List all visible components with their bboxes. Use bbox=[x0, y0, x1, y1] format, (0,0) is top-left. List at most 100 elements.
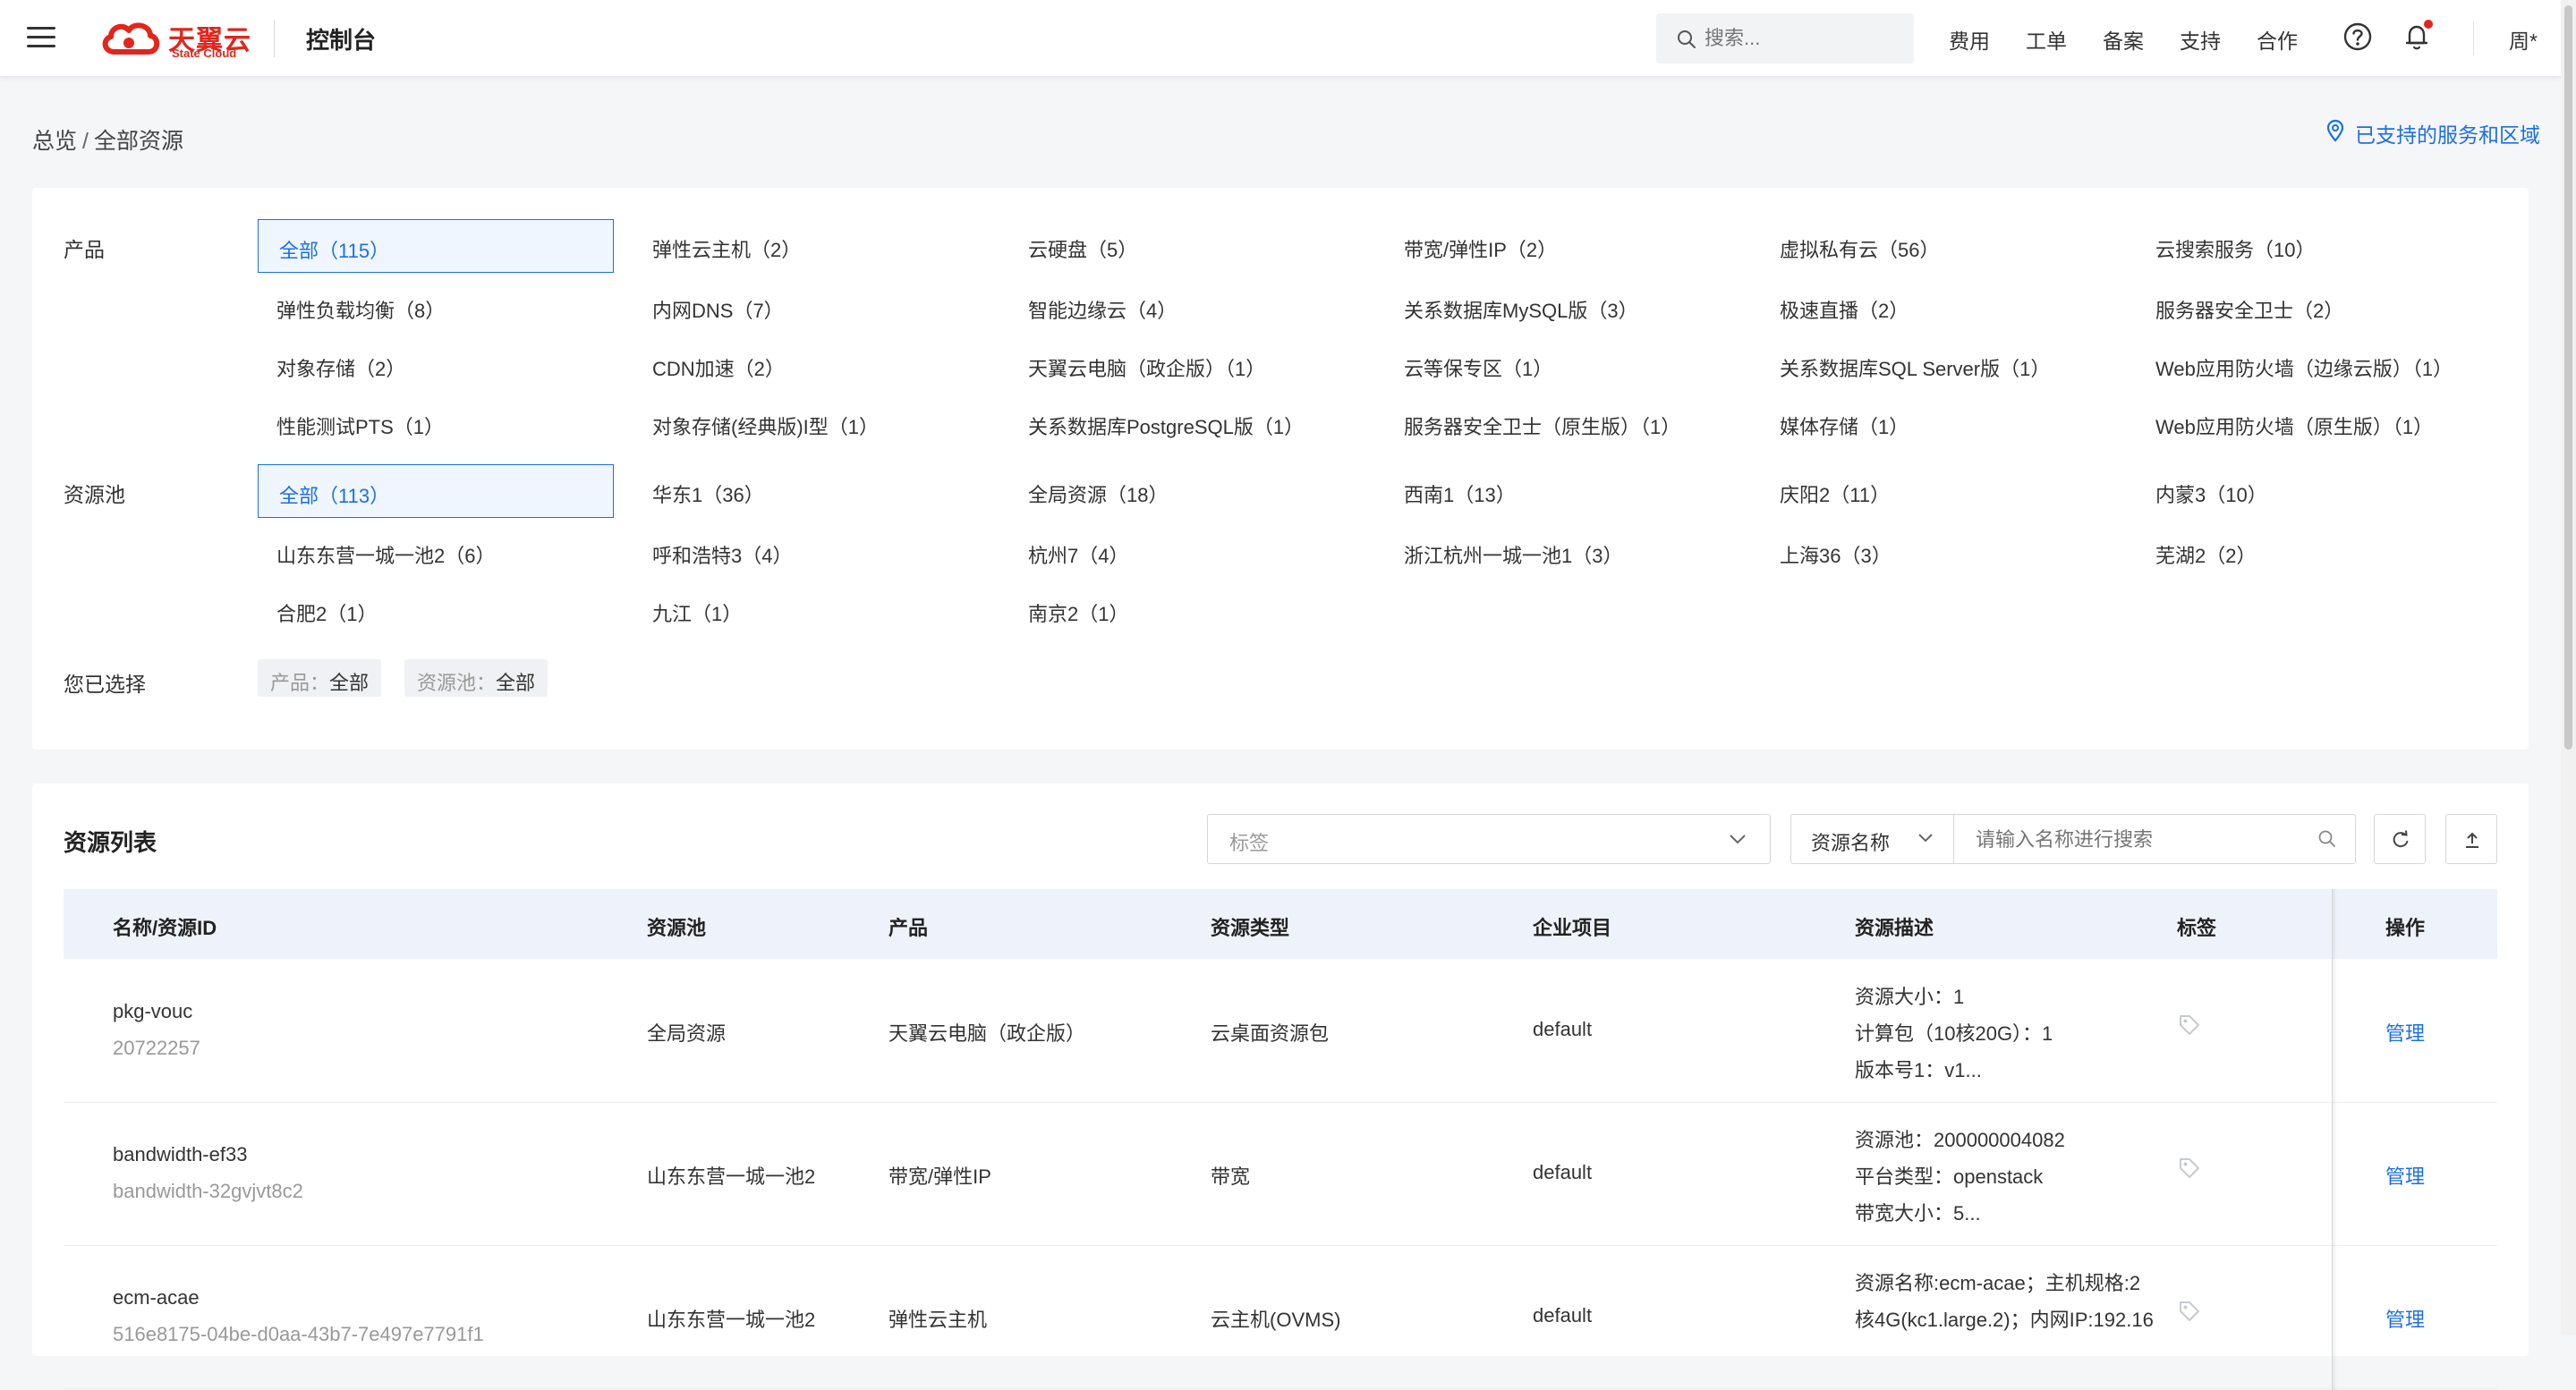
product-option[interactable]: 媒体存储（1） bbox=[1780, 411, 1909, 440]
product-option[interactable]: 极速直播（2） bbox=[1780, 295, 1909, 324]
console-title[interactable]: 控制台 bbox=[306, 22, 376, 55]
manage-button[interactable]: 管理 bbox=[2385, 1161, 2425, 1190]
resource-desc-line: 资源名称:ecm-acae；主机规格:2 bbox=[1855, 1272, 2141, 1294]
chevron-down-icon bbox=[1918, 834, 1933, 843]
selected-chip-product[interactable]: 产品：全部 bbox=[258, 659, 382, 697]
product-option[interactable]: 带宽/弹性IP（2） bbox=[1404, 234, 1557, 263]
product-option[interactable]: 关系数据库PostgreSQL版（1） bbox=[1028, 411, 1304, 440]
nav-support[interactable]: 支持 bbox=[2180, 24, 2221, 55]
product-option[interactable]: 关系数据库MySQL版（3） bbox=[1404, 295, 1638, 324]
product-option[interactable]: 云等保专区（1） bbox=[1404, 353, 1552, 382]
resource-type: 云主机(OVMS) bbox=[1211, 1309, 1341, 1331]
product-option[interactable]: Web应用防火墙（原生版）（1） bbox=[2155, 411, 2433, 440]
header-divider bbox=[274, 20, 275, 57]
product-option[interactable]: 云搜索服务（10） bbox=[2155, 234, 2315, 263]
pool-filter-label: 资源池 bbox=[64, 483, 125, 506]
pool-option[interactable]: 合肥2（1） bbox=[276, 598, 377, 627]
resource-product: 弹性云主机 bbox=[888, 1309, 988, 1331]
product-option[interactable]: 天翼云电脑（政企版）（1） bbox=[1028, 353, 1265, 382]
product-option[interactable]: 智能边缘云（4） bbox=[1028, 295, 1177, 324]
global-search[interactable] bbox=[1656, 13, 1914, 64]
resource-pool: 全局资源 bbox=[647, 1022, 727, 1045]
pool-option[interactable]: 西南1（13） bbox=[1404, 479, 1516, 508]
chip-key: 产品： bbox=[270, 672, 330, 694]
table-header: 名称/资源ID 资源池 产品 资源类型 企业项目 资源描述 标签 操作 bbox=[64, 889, 2497, 959]
table-row: bandwidth-ef33 bandwidth-32gvjvt8c2 山东东营… bbox=[64, 1102, 2497, 1246]
pool-option[interactable]: 华东1（36） bbox=[652, 479, 764, 508]
pool-option[interactable]: 上海36（3） bbox=[1780, 540, 1892, 569]
resource-project: default bbox=[1533, 1161, 1593, 1183]
nav-billing[interactable]: 费用 bbox=[1949, 24, 1990, 55]
selected-filters-label: 您已选择 bbox=[64, 673, 146, 696]
breadcrumb-root[interactable]: 总览 bbox=[32, 129, 77, 154]
product-option[interactable]: 服务器安全卫士（原生版）（1） bbox=[1404, 411, 1680, 440]
pool-option[interactable]: 南京2（1） bbox=[1028, 598, 1128, 627]
refresh-button[interactable] bbox=[2374, 814, 2426, 864]
col-product: 产品 bbox=[888, 917, 929, 939]
pool-option[interactable]: 呼和浩特3（4） bbox=[652, 540, 792, 569]
product-option[interactable]: 弹性负载均衡（8） bbox=[276, 295, 445, 324]
pool-option[interactable]: 内蒙3（10） bbox=[2155, 479, 2267, 508]
nav-ticket[interactable]: 工单 bbox=[2026, 24, 2067, 55]
resource-pool: 山东东营一城一池2 bbox=[647, 1309, 816, 1331]
col-desc: 资源描述 bbox=[1855, 917, 1934, 939]
product-option[interactable]: CDN加速（2） bbox=[652, 353, 785, 382]
logo[interactable]: 天翼云 State Cloud bbox=[98, 18, 259, 61]
product-option[interactable]: 云硬盘（5） bbox=[1028, 234, 1137, 263]
resource-project: default bbox=[1533, 1304, 1593, 1326]
product-option[interactable]: 内网DNS（7） bbox=[652, 295, 784, 324]
breadcrumb: 总览 / 全部资源 bbox=[32, 123, 183, 156]
breadcrumb-separator: / bbox=[82, 129, 89, 154]
resource-desc-line: 带宽大小：5... bbox=[1855, 1202, 1981, 1225]
resource-id: bandwidth-32gvjvt8c2 bbox=[113, 1180, 303, 1202]
tag-icon[interactable] bbox=[2178, 1157, 2201, 1180]
resource-name: bandwidth-ef33 bbox=[113, 1143, 248, 1165]
pool-option[interactable]: 杭州7（4） bbox=[1028, 540, 1128, 569]
product-option-all[interactable]: 全部（115） bbox=[258, 219, 614, 273]
header-divider-2 bbox=[2473, 21, 2474, 55]
pool-option[interactable]: 浙江杭州一城一池1（3） bbox=[1404, 540, 1622, 569]
resource-search-input[interactable] bbox=[1974, 826, 2300, 854]
nav-filing[interactable]: 备案 bbox=[2103, 24, 2144, 55]
product-option[interactable]: 虚拟私有云（56） bbox=[1780, 234, 1939, 263]
resource-search-box[interactable] bbox=[1953, 814, 2356, 864]
export-button[interactable] bbox=[2445, 814, 2497, 864]
help-icon[interactable] bbox=[2342, 21, 2373, 52]
chip-value: 全部 bbox=[329, 672, 370, 694]
product-option[interactable]: 对象存储(经典版)I型（1） bbox=[652, 411, 879, 440]
pool-option[interactable]: 芜湖2（2） bbox=[2155, 540, 2256, 569]
nav-partner[interactable]: 合作 bbox=[2257, 24, 2298, 55]
resource-desc-line: 计算包（10核20G）：1 bbox=[1855, 1022, 2053, 1045]
product-option[interactable]: 服务器安全卫士（2） bbox=[2155, 295, 2343, 324]
tag-icon[interactable] bbox=[2178, 1300, 2201, 1323]
user-name[interactable]: 周* bbox=[2509, 24, 2538, 55]
col-action: 操作 bbox=[2385, 917, 2426, 939]
location-pin-icon bbox=[2326, 119, 2344, 142]
selected-chip-pool[interactable]: 资源池：全部 bbox=[404, 659, 548, 697]
product-option[interactable]: 关系数据库SQL Server版（1） bbox=[1780, 353, 2050, 382]
pool-option[interactable]: 全局资源（18） bbox=[1028, 479, 1168, 508]
menu-icon[interactable] bbox=[25, 23, 57, 52]
col-type: 资源类型 bbox=[1211, 917, 1290, 939]
page-scrollbar-thumb[interactable] bbox=[2564, 5, 2572, 750]
chip-key: 资源池： bbox=[417, 672, 497, 694]
col-name: 名称/资源ID bbox=[113, 917, 217, 939]
pool-option[interactable]: 庆阳2（11） bbox=[1780, 479, 1890, 508]
tag-icon[interactable] bbox=[2178, 1013, 2201, 1037]
col-project: 企业项目 bbox=[1533, 917, 1612, 939]
pool-option-all[interactable]: 全部（113） bbox=[258, 464, 614, 518]
product-option[interactable]: 性能测试PTS（1） bbox=[276, 411, 444, 440]
pool-option[interactable]: 九江（1） bbox=[652, 598, 742, 627]
logo-en-text: State Cloud bbox=[172, 47, 237, 60]
global-search-input[interactable] bbox=[1703, 24, 1903, 53]
manage-button[interactable]: 管理 bbox=[2385, 1018, 2425, 1047]
product-option[interactable]: 弹性云主机（2） bbox=[652, 234, 801, 263]
chip-value: 全部 bbox=[496, 672, 536, 694]
product-option[interactable]: Web应用防火墙（边缘云版）（1） bbox=[2155, 353, 2453, 382]
product-option[interactable]: 对象存储（2） bbox=[276, 353, 405, 382]
manage-button[interactable]: 管理 bbox=[2385, 1304, 2425, 1333]
search-field-select[interactable]: 资源名称 bbox=[1790, 814, 1953, 864]
tag-filter-select[interactable]: 标签 bbox=[1207, 814, 1771, 864]
pool-option[interactable]: 山东东营一城一池2（6） bbox=[276, 540, 495, 569]
search-icon[interactable] bbox=[2317, 829, 2337, 849]
